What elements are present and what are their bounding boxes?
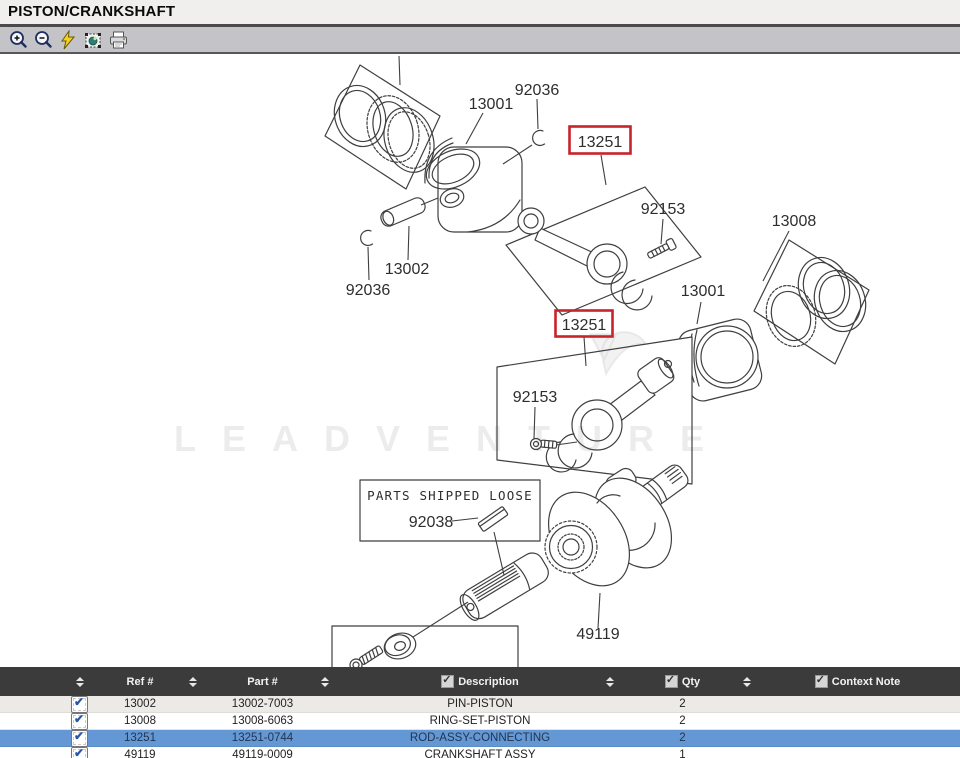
label-13251-upper[interactable]: 13251	[578, 134, 623, 151]
table-row-selected[interactable]: 13251 13251-0744 ROD-ASSY-CONNECTING 2	[0, 730, 960, 747]
description-column-checkbox[interactable]	[441, 675, 454, 688]
row-edit-checkbox-icon[interactable]	[71, 696, 88, 713]
description-cell: RING-SET-PISTON	[355, 713, 605, 730]
sort-icon[interactable]	[319, 667, 331, 696]
sort-icon[interactable]	[187, 667, 199, 696]
qty-cell: 1	[650, 747, 715, 758]
qty-cell: 2	[650, 730, 715, 747]
table-row[interactable]: 49119 49119-0009 CRANKSHAFT ASSY 1	[0, 747, 960, 758]
label-13251-lower[interactable]: 13251	[562, 317, 607, 334]
description-cell: PIN-PISTON	[355, 696, 605, 713]
row-edit-checkbox-icon[interactable]	[71, 730, 88, 747]
sort-icon[interactable]	[741, 667, 753, 696]
print-button[interactable]	[106, 29, 130, 51]
zoom-out-button[interactable]	[31, 29, 55, 51]
highlight-13251-upper[interactable]: 13251	[570, 127, 631, 154]
column-header-part[interactable]: Part #	[205, 667, 320, 696]
titlebar: PISTON/CRANKSHAFT	[0, 0, 960, 27]
ref-cell: 13008	[95, 713, 185, 730]
description-cell: ROD-ASSY-CONNECTING	[355, 730, 605, 747]
label-13008[interactable]: 13008	[772, 213, 817, 230]
row-edit-checkbox-icon[interactable]	[71, 747, 88, 758]
ring-set-box-right	[754, 240, 873, 364]
part-cell: 13008-6063	[205, 713, 320, 730]
label-92036-lower[interactable]: 92036	[346, 282, 391, 299]
print-icon	[108, 30, 128, 50]
sort-icon[interactable]	[74, 667, 86, 696]
part-cell: 13251-0744	[205, 730, 320, 747]
circlip-lower	[361, 230, 373, 245]
watermark-text: LEADVENTURE	[174, 418, 730, 459]
label-13001-upper[interactable]: 13001	[469, 96, 514, 113]
context-note-column-checkbox[interactable]	[815, 675, 828, 688]
parts-table: Ref # Part # Description Qty Context Not…	[0, 667, 960, 758]
shipped-loose-caption: PARTS SHIPPED LOOSE	[367, 488, 533, 503]
sort-icon[interactable]	[604, 667, 616, 696]
ref-cell: 49119	[95, 747, 185, 758]
zoom-out-icon	[33, 30, 53, 50]
description-cell: CRANKSHAFT ASSY	[355, 747, 605, 758]
column-header-context-note[interactable]: Context Note	[755, 667, 960, 696]
qty-cell: 2	[650, 696, 715, 713]
context-note-cell	[755, 730, 960, 747]
zoom-in-button[interactable]	[6, 29, 30, 51]
column-header-ref[interactable]: Ref #	[95, 667, 185, 696]
circlip-upper	[533, 130, 545, 145]
table-row[interactable]: 13008 13008-6063 RING-SET-PISTON 2	[0, 713, 960, 730]
zoom-in-icon	[8, 30, 28, 50]
label-13001-right[interactable]: 13001	[681, 283, 726, 300]
context-note-cell	[755, 747, 960, 758]
part-cell: 49119-0009	[205, 747, 320, 758]
label-13002[interactable]: 13002	[385, 261, 430, 278]
context-note-cell	[755, 696, 960, 713]
pan-select-icon	[83, 30, 103, 50]
label-92153-upper[interactable]: 92153	[641, 201, 686, 218]
parts-diagram: LEADVENTURE 13251 13251 13001 92036 9215…	[0, 56, 960, 667]
ref-cell: 13251	[95, 730, 185, 747]
toolbar	[0, 27, 960, 54]
qty-column-checkbox[interactable]	[665, 675, 678, 688]
piston-rings-box-upper	[325, 65, 442, 189]
context-note-cell	[755, 713, 960, 730]
flash-icon	[58, 30, 78, 50]
page-title: PISTON/CRANKSHAFT	[8, 3, 175, 20]
part-cell: 13002-7003	[205, 696, 320, 713]
table-row[interactable]: 13002 13002-7003 PIN-PISTON 2	[0, 696, 960, 713]
pan-select-button[interactable]	[81, 29, 105, 51]
parts-table-header: Ref # Part # Description Qty Context Not…	[0, 667, 960, 696]
diagram-area: LEADVENTURE 13251 13251 13001 92036 9215…	[0, 56, 960, 667]
qty-cell: 2	[650, 713, 715, 730]
label-92038[interactable]: 92038	[409, 514, 454, 531]
parts-catalog-window: PISTON/CRANKSHAFT	[0, 0, 960, 758]
ref-cell: 13002	[95, 696, 185, 713]
column-header-description[interactable]: Description	[355, 667, 605, 696]
piston-pin	[379, 196, 428, 229]
column-header-qty[interactable]: Qty	[650, 667, 715, 696]
connecting-rod-box-lower	[497, 337, 692, 484]
piston-upper	[420, 138, 522, 232]
label-49119[interactable]: 49119	[576, 626, 619, 643]
label-92153-lower[interactable]: 92153	[513, 389, 558, 406]
row-edit-checkbox-icon[interactable]	[71, 713, 88, 730]
flash-button[interactable]	[56, 29, 80, 51]
bottom-parts-box	[332, 626, 518, 667]
label-92036-upper[interactable]: 92036	[515, 82, 560, 99]
